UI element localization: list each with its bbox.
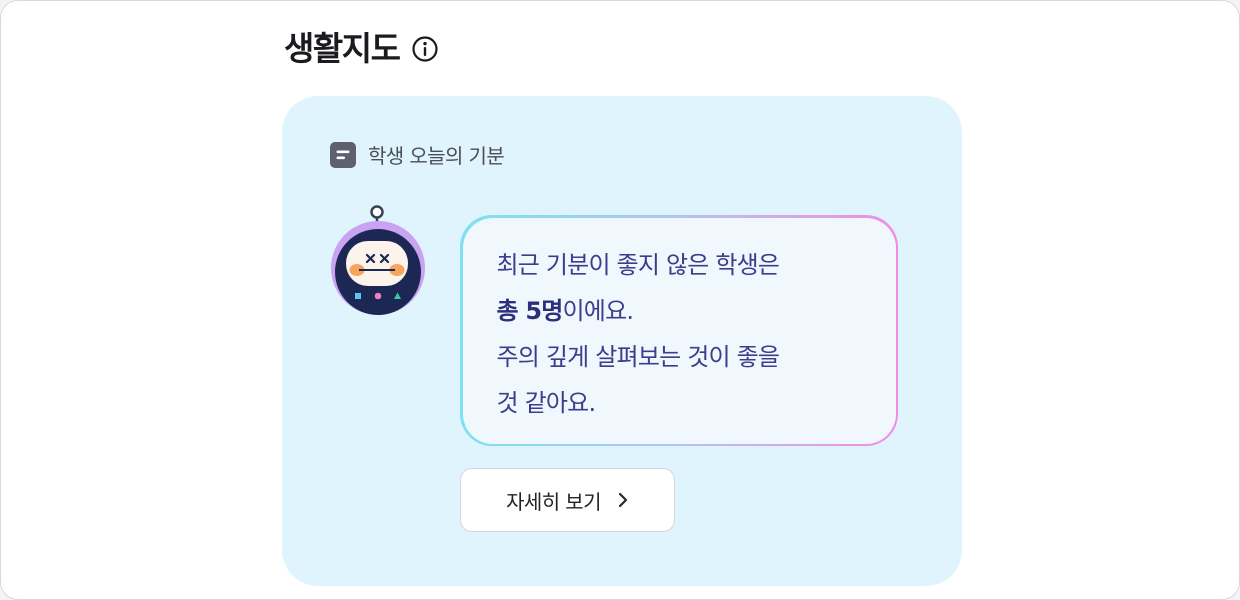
message-bubble: 최근 기분이 좋지 않은 학생은 총 5명이에요. 주의 깊게 살펴보는 것이 … (460, 215, 898, 446)
header: 생활지도 (284, 27, 439, 71)
view-details-label: 자세히 보기 (506, 489, 601, 514)
message-line-2: 총 5명이에요. (497, 288, 866, 334)
message-line-3: 주의 깊게 살펴보는 것이 좋을 (496, 342, 780, 371)
info-icon[interactable] (411, 35, 439, 63)
chevron-right-icon (617, 491, 629, 509)
page-frame: 생활지도 학생 오늘의 기분 최근 기분이 좋지 않은 학생은 총 5명이에요.… (0, 0, 1240, 600)
robot-avatar-icon (331, 204, 429, 316)
message-line-1: 최근 기분이 좋지 않은 학생은 (496, 250, 780, 279)
message-line-2-suffix: 이에요. (562, 296, 634, 325)
student-count-highlight: 총 5명 (496, 296, 564, 325)
student-mood-card: 학생 오늘의 기분 최근 기분이 좋지 않은 학생은 총 5명이에요. 주의 깊… (282, 96, 962, 586)
list-box-icon (330, 141, 356, 168)
section-label: 학생 오늘의 기분 (368, 144, 505, 168)
message-text: 최근 기분이 좋지 않은 학생은 총 5명이에요. 주의 깊게 살펴보는 것이 … (462, 217, 896, 444)
section-header: 학생 오늘의 기분 (330, 140, 505, 169)
view-details-button[interactable]: 자세히 보기 (460, 468, 675, 532)
page-title: 생활지도 (284, 29, 401, 68)
message-line-4: 것 같아요. (496, 388, 597, 417)
